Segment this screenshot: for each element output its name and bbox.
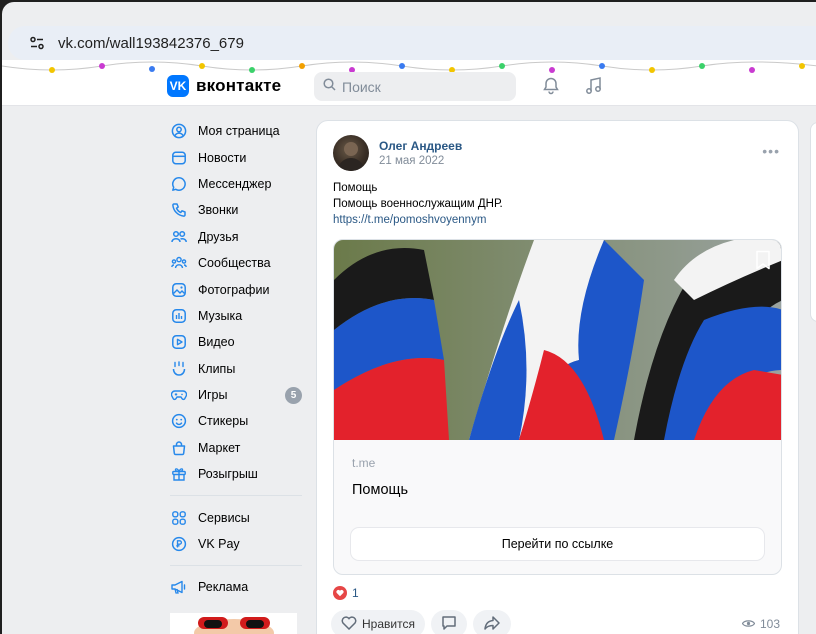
sidebar-item-label: VK Pay <box>198 537 240 552</box>
sidebar-item-label: Звонки <box>198 203 239 218</box>
sidebar-item-label: Мессенджер <box>198 176 272 191</box>
sidebar-item-label: Видео <box>198 335 235 350</box>
music-icon <box>170 307 188 325</box>
gamepad-icon <box>170 386 188 404</box>
chat-bubble-icon <box>170 175 188 193</box>
views-counter: 103 <box>741 617 780 631</box>
sidebar-divider <box>170 495 302 497</box>
sidebar-item[interactable]: Стикеры <box>167 408 307 434</box>
ad-image[interactable] <box>170 613 297 634</box>
user-circle-icon <box>170 122 188 140</box>
friends-icon <box>170 228 188 246</box>
search-placeholder: Поиск <box>342 78 381 95</box>
sidebar-item-label: Розыгрыш <box>198 467 258 482</box>
sidebar-item[interactable]: Клипы <box>167 356 307 382</box>
site-settings-icon[interactable] <box>22 28 52 58</box>
sidebar-item[interactable]: Розыгрыш <box>167 461 307 487</box>
music-note-icon[interactable] <box>584 76 604 101</box>
link-attachment[interactable]: t.me Помощь Перейти по ссылке <box>333 239 782 575</box>
address-bar[interactable]: vk.com/wall193842376_679 <box>8 26 816 60</box>
post-link[interactable]: https://t.me/pomoshvoyennym <box>333 212 503 228</box>
left-sidebar: Моя страница Новости Мессенджер Звонки Друзь… <box>167 118 307 601</box>
sidebar-item-label: Стикеры <box>198 414 249 429</box>
sidebar-item[interactable]: Реклама <box>167 574 307 600</box>
right-panel <box>810 122 816 322</box>
bookmark-icon[interactable] <box>755 250 771 275</box>
post-text-line: Помощь <box>333 182 378 194</box>
share-icon <box>483 615 501 634</box>
browser-window: vk.com/wall193842376_679 VK вконтакте По… <box>0 0 816 634</box>
sidebar-item-label: Игры <box>198 388 228 403</box>
sidebar-item-label: Маркет <box>198 440 241 455</box>
vkpay-icon <box>170 535 188 553</box>
sidebar-item-label: Музыка <box>198 308 243 323</box>
sidebar-item[interactable]: Сервисы <box>167 504 307 530</box>
news-icon <box>170 149 188 167</box>
like-button[interactable]: Нравится <box>331 610 425 634</box>
share-button[interactable] <box>472 610 511 634</box>
comment-icon <box>441 615 457 634</box>
open-link-button[interactable]: Перейти по ссылке <box>351 528 764 560</box>
smile-icon <box>170 412 188 430</box>
heart-outline-icon <box>341 615 357 633</box>
sidebar-item[interactable]: Мессенджер <box>167 171 307 197</box>
search-input[interactable]: Поиск <box>314 72 516 101</box>
sidebar-item-label: Сообщества <box>198 256 271 271</box>
heart-reaction-icon <box>333 586 347 600</box>
post-actions: Нравится <box>331 610 517 634</box>
sidebar-item[interactable]: Музыка <box>167 303 307 329</box>
post-text-line: Помощь военнослужащим ДНР. <box>333 198 503 210</box>
sidebar-item-label: Сервисы <box>198 510 250 525</box>
communities-icon <box>170 254 188 272</box>
sidebar-item[interactable]: Сообщества <box>167 250 307 276</box>
like-label: Нравится <box>362 617 415 631</box>
sidebar-item-label: Фотографии <box>198 282 270 297</box>
sidebar-item-label: Клипы <box>198 361 236 376</box>
services-icon <box>170 509 188 527</box>
attachment-domain: t.me <box>352 456 376 470</box>
search-icon <box>323 77 336 96</box>
post-date[interactable]: 21 мая 2022 <box>379 155 444 167</box>
sidebar-item[interactable]: Фотографии <box>167 276 307 302</box>
clips-icon <box>170 360 188 378</box>
attachment-image[interactable] <box>334 240 781 440</box>
attachment-title[interactable]: Помощь <box>352 482 408 498</box>
author-avatar[interactable] <box>333 135 369 171</box>
sidebar-item-label: Друзья <box>198 229 239 244</box>
photo-icon <box>170 281 188 299</box>
eye-icon <box>741 617 756 631</box>
sidebar-item[interactable]: Моя страница <box>167 118 307 144</box>
phone-icon <box>170 201 188 219</box>
wall-post: Олег Андреев 21 мая 2022 ••• Помощь Помо… <box>316 120 799 634</box>
sidebar-item[interactable]: Видео <box>167 329 307 355</box>
views-count: 103 <box>759 617 780 631</box>
post-text: Помощь Помощь военнослужащим ДНР. https:… <box>333 180 503 228</box>
post-author[interactable]: Олег Андреев <box>379 139 462 153</box>
gift-icon <box>170 465 188 483</box>
sidebar-item[interactable]: Новости <box>167 144 307 170</box>
bag-icon <box>170 439 188 457</box>
sidebar-item[interactable]: Игры 5 <box>167 382 307 408</box>
sidebar-item-label: Новости <box>198 150 247 165</box>
sidebar-item[interactable]: Друзья <box>167 224 307 250</box>
sidebar-item-label: Моя страница <box>198 124 280 139</box>
vk-logo[interactable]: VK вконтакте <box>167 75 281 97</box>
notification-badge: 5 <box>285 386 302 404</box>
comment-button[interactable] <box>430 610 467 634</box>
megaphone-icon <box>170 578 188 596</box>
reactions-summary[interactable]: 1 <box>333 586 359 600</box>
sidebar-item-label: Реклама <box>198 580 249 595</box>
more-options-icon[interactable]: ••• <box>762 143 780 159</box>
sidebar-item[interactable]: Маркет <box>167 435 307 461</box>
reactions-count: 1 <box>352 586 359 600</box>
vk-logo-text: вконтакте <box>196 76 282 95</box>
url-text[interactable]: vk.com/wall193842376_679 <box>58 35 244 52</box>
video-icon <box>170 333 188 351</box>
bell-icon[interactable] <box>541 76 561 101</box>
sidebar-item[interactable]: VK Pay <box>167 531 307 557</box>
sidebar-item[interactable]: Звонки <box>167 197 307 223</box>
sidebar-divider <box>170 565 302 567</box>
vk-logo-mark: VK <box>167 75 189 97</box>
